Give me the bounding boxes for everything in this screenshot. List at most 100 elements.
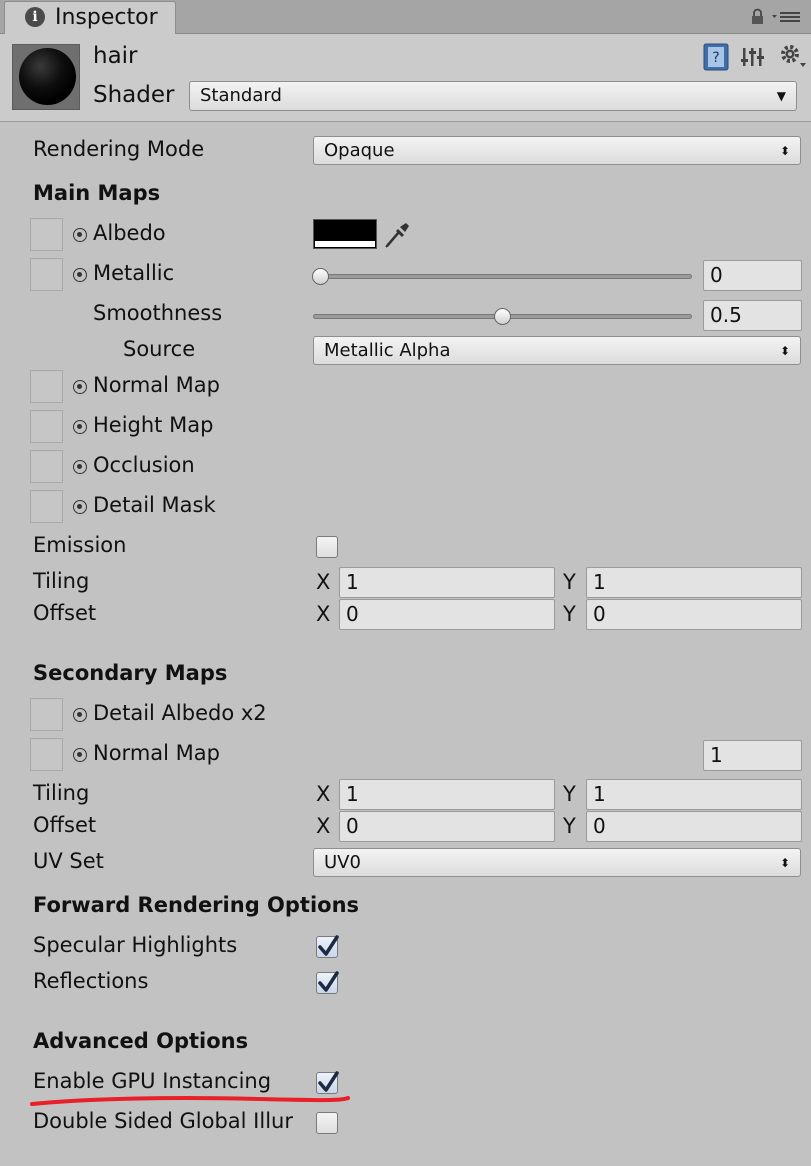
secondary-tiling-y-field[interactable]: 1 [586, 779, 802, 810]
secondary-tiling-label: Tiling [33, 781, 90, 805]
material-preview [12, 44, 80, 110]
material-header: hair Shader Standard ▼ ? [0, 34, 811, 122]
main-maps-heading: Main Maps [33, 181, 161, 205]
albedo-target-icon[interactable] [73, 228, 87, 242]
source-dropdown[interactable]: Metallic Alpha ⬍ [313, 336, 801, 365]
secondary-normal-map-texture-slot[interactable] [30, 738, 63, 771]
shader-dropdown[interactable]: Standard ▼ [189, 81, 797, 111]
info-icon: i [25, 7, 45, 27]
albedo-texture-slot[interactable] [30, 218, 63, 251]
shader-dropdown-value: Standard [200, 85, 282, 106]
lock-icon[interactable] [750, 8, 765, 25]
secondary-tiling-y-label: Y [563, 782, 576, 806]
detail-albedo-label: Detail Albedo x2 [93, 701, 267, 725]
occlusion-texture-slot[interactable] [30, 450, 63, 483]
offset-y-label: Y [563, 602, 576, 626]
smoothness-value-field[interactable]: 0.5 [703, 300, 802, 331]
normal-map-target-icon[interactable] [73, 380, 87, 394]
tiling-label: Tiling [33, 569, 90, 593]
updown-arrows-icon: ⬍ [779, 144, 790, 158]
updown-arrows-icon: ⬍ [779, 856, 790, 870]
double-sided-gi-label: Double Sided Global Illur [33, 1109, 293, 1133]
secondary-offset-label: Offset [33, 813, 97, 837]
gear-icon[interactable] [779, 43, 807, 69]
gpu-instancing-label: Enable GPU Instancing [33, 1069, 272, 1093]
reflections-checkbox[interactable] [316, 971, 339, 994]
metallic-value-field[interactable]: 0 [703, 260, 802, 291]
offset-x-label: X [316, 602, 331, 626]
detail-albedo-target-icon[interactable] [73, 708, 87, 722]
annotation-underline [30, 1096, 350, 1106]
checkmark-icon [318, 1071, 339, 1092]
tab-bar: i Inspector [0, 0, 811, 35]
uv-set-dropdown[interactable]: UV0 ⬍ [313, 848, 801, 877]
tiling-x-field[interactable]: 1 [339, 567, 555, 598]
rendering-mode-label: Rendering Mode [33, 137, 205, 161]
svg-text:?: ? [712, 50, 719, 66]
metallic-texture-slot[interactable] [30, 258, 63, 291]
rendering-mode-value: Opaque [324, 140, 395, 161]
tiling-x-label: X [316, 570, 331, 594]
uv-set-value: UV0 [324, 852, 361, 873]
double-sided-gi-checkbox[interactable] [316, 1112, 338, 1134]
smoothness-label: Smoothness [93, 301, 223, 325]
albedo-alpha-bar [315, 241, 375, 247]
eyedropper-icon[interactable] [383, 220, 411, 250]
context-menu-icon[interactable] [772, 8, 802, 25]
secondary-offset-x-field[interactable]: 0 [339, 811, 555, 842]
height-map-target-icon[interactable] [73, 420, 87, 434]
material-name: hair [93, 43, 138, 69]
offset-label: Offset [33, 601, 97, 625]
tiling-y-label: Y [563, 570, 576, 594]
offset-y-field[interactable]: 0 [586, 599, 802, 630]
reflections-label: Reflections [33, 969, 149, 993]
occlusion-label: Occlusion [93, 453, 195, 477]
tab-inspector[interactable]: i Inspector [4, 1, 176, 35]
secondary-offset-y-label: Y [563, 814, 576, 838]
secondary-normal-map-label: Normal Map [93, 741, 220, 765]
height-map-label: Height Map [93, 413, 214, 437]
metallic-label: Metallic [93, 261, 175, 285]
help-book-icon[interactable]: ? [703, 43, 729, 71]
height-map-texture-slot[interactable] [30, 410, 63, 443]
albedo-label: Albedo [93, 221, 166, 245]
smoothness-slider-thumb[interactable] [494, 308, 511, 325]
occlusion-target-icon[interactable] [73, 460, 87, 474]
detail-albedo-texture-slot[interactable] [30, 698, 63, 731]
metallic-slider-track[interactable] [313, 274, 692, 279]
updown-arrows-icon: ⬍ [779, 344, 790, 358]
checkmark-icon [318, 971, 339, 992]
emission-label: Emission [33, 533, 127, 557]
secondary-maps-heading: Secondary Maps [33, 661, 228, 685]
gpu-instancing-checkbox[interactable] [316, 1071, 339, 1094]
tiling-y-field[interactable]: 1 [586, 567, 802, 598]
specular-highlights-checkbox[interactable] [316, 935, 339, 958]
detail-mask-target-icon[interactable] [73, 500, 87, 514]
rendering-mode-dropdown[interactable]: Opaque ⬍ [313, 136, 801, 165]
detail-mask-texture-slot[interactable] [30, 490, 63, 523]
metallic-slider-thumb[interactable] [312, 268, 329, 285]
uv-set-label: UV Set [33, 849, 104, 873]
secondary-offset-x-label: X [316, 814, 331, 838]
secondary-normal-map-target-icon[interactable] [73, 748, 87, 762]
advanced-options-heading: Advanced Options [33, 1029, 249, 1053]
offset-x-field[interactable]: 0 [339, 599, 555, 630]
metallic-target-icon[interactable] [73, 268, 87, 282]
normal-map-label: Normal Map [93, 373, 220, 397]
chevron-down-icon: ▼ [776, 89, 786, 103]
tab-inspector-label: Inspector [55, 5, 158, 30]
secondary-tiling-x-field[interactable]: 1 [339, 779, 555, 810]
normal-map-texture-slot[interactable] [30, 370, 63, 403]
material-preview-sphere [19, 48, 76, 105]
detail-mask-label: Detail Mask [93, 493, 216, 517]
emission-checkbox[interactable] [316, 536, 338, 558]
specular-highlights-label: Specular Highlights [33, 933, 238, 957]
secondary-tiling-x-label: X [316, 782, 331, 806]
preset-sliders-icon[interactable] [741, 45, 765, 69]
forward-rendering-heading: Forward Rendering Options [33, 893, 360, 917]
source-label: Source [123, 337, 196, 361]
checkmark-icon [318, 935, 339, 956]
secondary-normal-map-scale-field[interactable]: 1 [703, 740, 802, 771]
shader-label: Shader [93, 82, 175, 108]
secondary-offset-y-field[interactable]: 0 [586, 811, 802, 842]
